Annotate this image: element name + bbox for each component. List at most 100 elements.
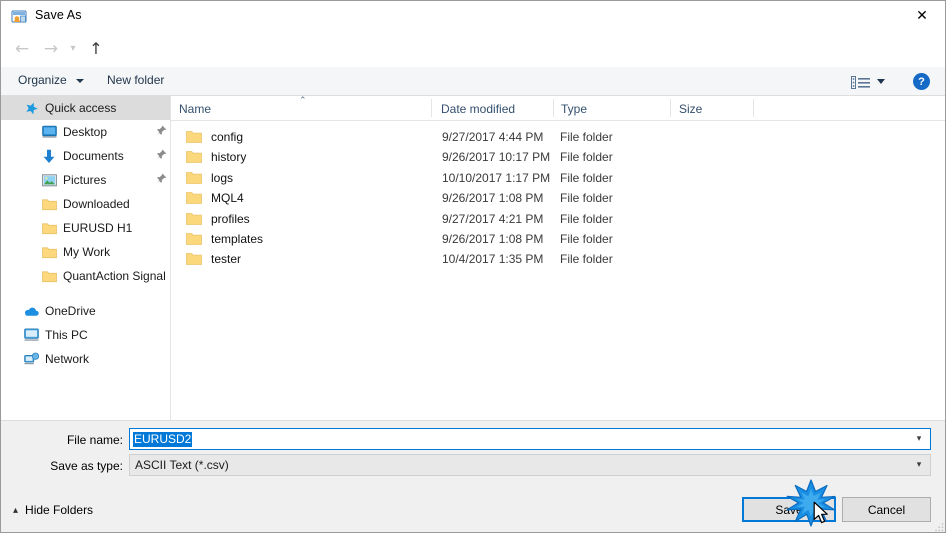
network-icon <box>23 351 39 367</box>
sidebar-item-network[interactable]: Network <box>1 347 170 371</box>
help-icon[interactable]: ? <box>913 73 930 90</box>
sidebar-item-pictures[interactable]: Pictures <box>1 168 170 192</box>
column-header-type[interactable]: Type <box>561 102 587 116</box>
filename-input[interactable]: EURUSD2 ▾ <box>129 428 931 450</box>
column-header-date-modified[interactable]: Date modified <box>441 102 515 116</box>
view-chevron-down-icon[interactable] <box>877 79 885 84</box>
view-options-icon[interactable] <box>851 76 871 89</box>
cancel-button[interactable]: Cancel <box>842 497 931 522</box>
pin-icon[interactable] <box>152 149 170 163</box>
sidebar-item-label: Downloaded <box>63 197 130 211</box>
folder-icon <box>186 171 202 185</box>
star-icon <box>23 100 39 116</box>
up-icon[interactable]: ↑ <box>84 37 108 61</box>
this-pc-icon <box>23 327 39 343</box>
folder-icon <box>41 220 57 236</box>
sidebar-item-this-pc[interactable]: This PC <box>1 323 170 347</box>
column-header-size[interactable]: Size <box>679 102 702 116</box>
navigation-pane: Quick access Desktop Documents Pictures … <box>1 96 171 420</box>
cell-type: File folder <box>560 150 613 165</box>
table-row[interactable]: templates 9/26/2017 1:08 PM File folder <box>171 229 945 249</box>
dialog-body: Quick access Desktop Documents Pictures … <box>1 96 945 420</box>
organize-button[interactable]: Organize <box>18 73 67 87</box>
column-divider[interactable] <box>670 99 671 117</box>
column-header-name[interactable]: Name <box>179 102 211 116</box>
cell-type: File folder <box>560 191 613 206</box>
table-row[interactable]: logs 10/10/2017 1:17 PM File folder <box>171 168 945 188</box>
close-button[interactable]: ✕ <box>899 1 945 31</box>
filename-label: File name: <box>66 433 123 447</box>
sidebar-item-downloaded[interactable]: Downloaded <box>1 192 170 216</box>
cell-date-modified: 10/10/2017 1:17 PM <box>442 170 551 185</box>
savetype-label: Save as type: <box>50 459 123 473</box>
recent-locations-chevron-down-icon[interactable]: ▾ <box>65 37 81 61</box>
documents-icon <box>41 148 57 164</box>
file-rows: config 9/27/2017 4:44 PM File folder his… <box>171 121 945 270</box>
cell-date-modified: 9/27/2017 4:21 PM <box>442 211 544 226</box>
sidebar-item-label: Quick access <box>45 101 117 115</box>
sidebar-item-quantaction-signal[interactable]: QuantAction Signal <box>1 264 170 288</box>
sidebar-item-label: OneDrive <box>45 304 96 318</box>
folder-icon <box>186 191 202 205</box>
folder-icon <box>186 252 202 266</box>
folder-icon <box>186 212 202 226</box>
cell-type: File folder <box>560 231 613 246</box>
cell-date-modified: 9/27/2017 4:44 PM <box>442 130 544 144</box>
savetype-select[interactable]: ASCII Text (*.csv) ▾ <box>129 454 931 476</box>
folder-icon <box>41 196 57 212</box>
sidebar-item-desktop[interactable]: Desktop <box>1 120 170 144</box>
save-form: File name: EURUSD2 ▾ Save as type: ASCII… <box>1 420 945 532</box>
sidebar-item-onedrive[interactable]: OneDrive <box>1 299 170 323</box>
navigation-bar: ← → ▾ ↑ « Roaming › MetaQuotes › Termina… <box>1 32 945 90</box>
resize-grip[interactable] <box>934 521 944 532</box>
cell-name: tester <box>211 252 242 267</box>
folder-icon <box>41 244 57 260</box>
chevron-up-icon: ▴ <box>13 504 19 516</box>
cell-name: templates <box>211 231 264 246</box>
title-bar: Save As ✕ <box>1 1 945 32</box>
cell-date-modified: 9/26/2017 10:17 PM <box>442 150 551 165</box>
desktop-icon <box>41 124 57 140</box>
table-row[interactable]: history 9/26/2017 10:17 PM File folder <box>171 147 945 167</box>
table-row[interactable]: MQL4 9/26/2017 1:08 PM File folder <box>171 188 945 208</box>
table-row[interactable]: config 9/27/2017 4:44 PM File folder <box>171 127 945 147</box>
folder-icon <box>186 150 202 164</box>
cell-type: File folder <box>560 211 613 226</box>
save-button[interactable]: Save <box>742 497 836 522</box>
column-divider[interactable] <box>431 99 432 117</box>
folder-icon <box>186 130 202 144</box>
cancel-button-label: Cancel <box>867 502 906 517</box>
cell-type: File folder <box>560 252 613 267</box>
savetype-value: ASCII Text (*.csv) <box>135 458 229 472</box>
cell-date-modified: 9/26/2017 1:08 PM <box>442 231 544 246</box>
savetype-chevron-down-icon[interactable]: ▾ <box>911 455 927 475</box>
organize-chevron-down-icon[interactable] <box>76 79 84 83</box>
table-row[interactable]: tester 10/4/2017 1:35 PM File folder <box>171 249 945 269</box>
table-row[interactable]: profiles 9/27/2017 4:21 PM File folder <box>171 209 945 229</box>
forward-icon[interactable]: → <box>39 37 63 61</box>
sidebar-item-label: Documents <box>63 149 124 163</box>
sidebar-item-label: EURUSD H1 <box>63 221 133 235</box>
back-icon[interactable]: ← <box>10 37 34 61</box>
column-divider[interactable] <box>553 99 554 117</box>
column-divider[interactable] <box>753 99 754 117</box>
sidebar-item-label: Desktop <box>63 125 108 139</box>
pin-icon[interactable] <box>152 125 170 139</box>
sidebar-item-label: My Work <box>63 245 111 259</box>
save-button-label: Save <box>775 502 803 517</box>
pictures-icon <box>41 172 57 188</box>
filename-chevron-down-icon[interactable]: ▾ <box>911 429 927 449</box>
save-as-icon <box>11 9 27 25</box>
sidebar-item-quick-access[interactable]: Quick access <box>1 96 170 120</box>
cell-name: history <box>211 150 247 165</box>
save-as-dialog: Save As ✕ ← → ▾ ↑ « Roaming › MetaQuotes… <box>0 0 946 533</box>
sidebar-item-my-work[interactable]: My Work <box>1 240 170 264</box>
sidebar-item-documents[interactable]: Documents <box>1 144 170 168</box>
file-list-pane: ⌃ Name Date modified Type Size config 9/… <box>171 96 945 420</box>
new-folder-button[interactable]: New folder <box>107 73 164 87</box>
cell-name: config <box>211 130 244 144</box>
hide-folders-button[interactable]: ▴ Hide Folders <box>13 503 93 517</box>
pin-icon[interactable] <box>152 173 170 187</box>
sidebar-item-eurusd-h1[interactable]: EURUSD H1 <box>1 216 170 240</box>
close-icon: ✕ <box>916 8 928 24</box>
